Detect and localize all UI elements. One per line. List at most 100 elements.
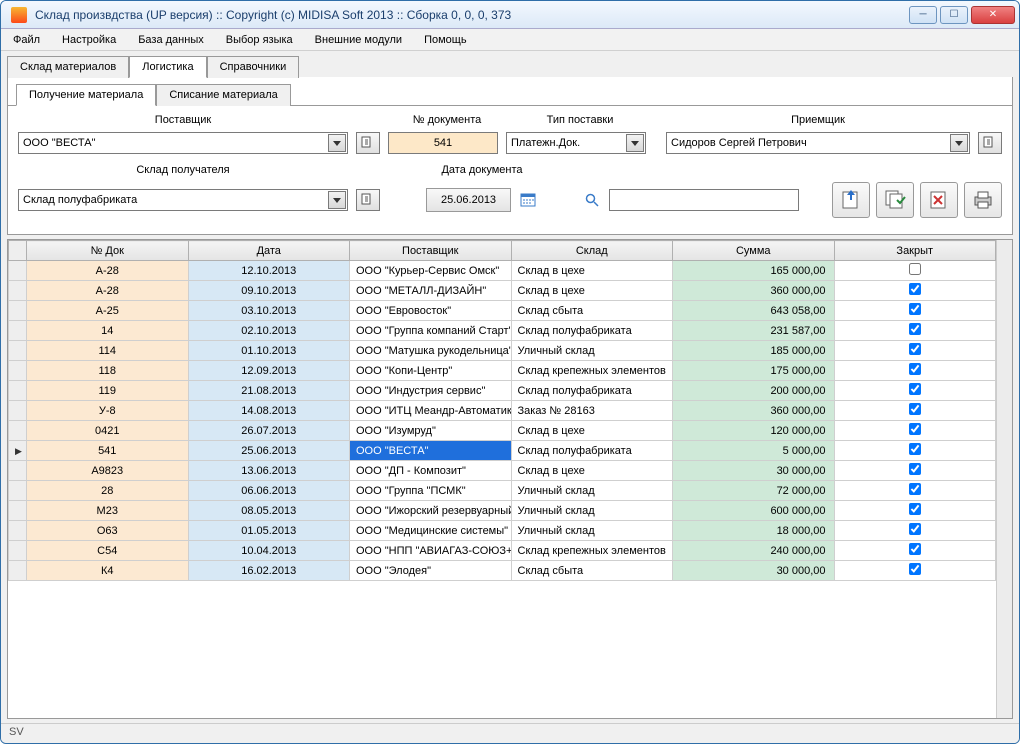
minimize-button[interactable]: ─ — [909, 6, 937, 24]
chevron-down-icon[interactable] — [328, 191, 346, 209]
maximize-button[interactable]: ☐ — [940, 6, 968, 24]
chevron-down-icon[interactable] — [950, 134, 968, 152]
delete-icon — [927, 188, 951, 212]
closed-checkbox[interactable] — [909, 423, 921, 435]
close-button[interactable]: ✕ — [971, 6, 1015, 24]
menu-help[interactable]: Помощь — [418, 32, 473, 48]
table-row[interactable]: О6301.05.2013ООО "Медицинские системы"Ул… — [9, 521, 996, 541]
row-selector[interactable] — [9, 361, 27, 381]
row-selector[interactable] — [9, 561, 27, 581]
closed-checkbox[interactable] — [909, 523, 921, 535]
supplier-dropdown[interactable]: ООО "ВЕСТА" — [18, 132, 348, 154]
cell-sum: 360 000,00 — [673, 281, 835, 301]
row-selector[interactable] — [9, 381, 27, 401]
grid-header-warehouse[interactable]: Склад — [511, 241, 673, 261]
chevron-down-icon[interactable] — [328, 134, 346, 152]
closed-checkbox[interactable] — [909, 343, 921, 355]
grid-header-closed[interactable]: Закрыт — [834, 241, 996, 261]
docdate-button[interactable]: 25.06.2013 — [426, 188, 511, 212]
docno-input[interactable]: 541 — [388, 132, 498, 154]
table-row[interactable]: 1402.10.2013ООО "Группа компаний Старт"С… — [9, 321, 996, 341]
closed-checkbox[interactable] — [909, 323, 921, 335]
row-selector[interactable] — [9, 481, 27, 501]
row-selector[interactable] — [9, 341, 27, 361]
dest-wh-dropdown[interactable]: Склад полуфабриката — [18, 189, 348, 211]
row-selector[interactable] — [9, 521, 27, 541]
tab-logistics[interactable]: Логистика — [129, 56, 206, 78]
search-input[interactable] — [609, 189, 799, 211]
dest-wh-value: Склад полуфабриката — [23, 194, 137, 206]
row-selector[interactable] — [9, 301, 27, 321]
cell-warehouse: Уличный склад — [511, 481, 673, 501]
closed-checkbox[interactable] — [909, 363, 921, 375]
batch-button[interactable] — [876, 182, 914, 218]
subtab-receive[interactable]: Получение материала — [16, 84, 156, 106]
row-selector[interactable] — [9, 441, 27, 461]
closed-checkbox[interactable] — [909, 263, 921, 275]
table-row[interactable]: 54125.06.2013ООО "ВЕСТА"Склад полуфабрик… — [9, 441, 996, 461]
row-selector[interactable] — [9, 401, 27, 421]
row-selector[interactable] — [9, 281, 27, 301]
acceptor-lookup-button[interactable] — [978, 132, 1002, 154]
supplier-lookup-button[interactable] — [356, 132, 380, 154]
menu-external[interactable]: Внешние модули — [309, 32, 408, 48]
grid-header-sum[interactable]: Сумма — [673, 241, 835, 261]
cell-doc: 118 — [27, 361, 189, 381]
print-button[interactable] — [964, 182, 1002, 218]
table-row[interactable]: 11812.09.2013ООО "Копи-Центр"Склад крепе… — [9, 361, 996, 381]
table-row[interactable]: А-2503.10.2013ООО "Евровосток"Склад сбыт… — [9, 301, 996, 321]
acceptor-dropdown[interactable]: Сидоров Сергей Петрович — [666, 132, 970, 154]
table-row[interactable]: 11921.08.2013ООО "Индустрия сервис"Склад… — [9, 381, 996, 401]
row-selector[interactable] — [9, 321, 27, 341]
grid-header-date[interactable]: Дата — [188, 241, 350, 261]
menu-file[interactable]: Файл — [7, 32, 46, 48]
import-button[interactable] — [832, 182, 870, 218]
grid-scroll[interactable]: № Док Дата Поставщик Склад Сумма Закрыт … — [8, 240, 996, 718]
cell-supplier: ООО "НПП "АВИАГАЗ-СОЮЗ+" — [350, 541, 512, 561]
grid-header-doc[interactable]: № Док — [27, 241, 189, 261]
cell-sum: 643 058,00 — [673, 301, 835, 321]
table-row[interactable]: А-2812.10.2013ООО "Курьер-Сервис Омск"Ск… — [9, 261, 996, 281]
calendar-icon[interactable] — [519, 189, 537, 211]
row-selector[interactable] — [9, 501, 27, 521]
table-row[interactable]: 11401.10.2013ООО "Матушка рукодельница"У… — [9, 341, 996, 361]
delete-button[interactable] — [920, 182, 958, 218]
table-row[interactable]: 042126.07.2013ООО "Изумруд"Склад в цехе1… — [9, 421, 996, 441]
table-row[interactable]: К416.02.2013ООО "Элодея"Склад сбыта30 00… — [9, 561, 996, 581]
table-row[interactable]: У-814.08.2013ООО "ИТЦ Меандр-Автоматик"З… — [9, 401, 996, 421]
chevron-down-icon[interactable] — [626, 134, 644, 152]
closed-checkbox[interactable] — [909, 303, 921, 315]
grid-header-selector[interactable] — [9, 241, 27, 261]
vertical-scrollbar[interactable] — [996, 240, 1012, 718]
menu-language[interactable]: Выбор языка — [220, 32, 299, 48]
table-row[interactable]: А-2809.10.2013ООО "МЕТАЛЛ-ДИЗАЙН"Склад в… — [9, 281, 996, 301]
tab-references[interactable]: Справочники — [207, 56, 300, 78]
closed-checkbox[interactable] — [909, 383, 921, 395]
closed-checkbox[interactable] — [909, 543, 921, 555]
row-selector[interactable] — [9, 261, 27, 281]
closed-checkbox[interactable] — [909, 283, 921, 295]
cell-supplier: ООО "Элодея" — [350, 561, 512, 581]
type-dropdown[interactable]: Платежн.Док. — [506, 132, 646, 154]
closed-checkbox[interactable] — [909, 403, 921, 415]
row-selector[interactable] — [9, 541, 27, 561]
cell-doc: А-28 — [27, 261, 189, 281]
closed-checkbox[interactable] — [909, 563, 921, 575]
row-selector[interactable] — [9, 421, 27, 441]
grid-header-supplier[interactable]: Поставщик — [350, 241, 512, 261]
table-row[interactable]: М2308.05.2013ООО "Ижорский резервуарный … — [9, 501, 996, 521]
subtab-writeoff[interactable]: Списание материала — [156, 84, 290, 106]
closed-checkbox[interactable] — [909, 463, 921, 475]
table-row[interactable]: С5410.04.2013ООО "НПП "АВИАГАЗ-СОЮЗ+"Скл… — [9, 541, 996, 561]
menu-database[interactable]: База данных — [132, 32, 210, 48]
closed-checkbox[interactable] — [909, 503, 921, 515]
closed-checkbox[interactable] — [909, 443, 921, 455]
search-icon[interactable] — [583, 191, 601, 209]
table-row[interactable]: 2806.06.2013ООО "Группа "ПСМК"Уличный ск… — [9, 481, 996, 501]
row-selector[interactable] — [9, 461, 27, 481]
dest-wh-lookup-button[interactable] — [356, 189, 380, 211]
tab-materials[interactable]: Склад материалов — [7, 56, 129, 78]
closed-checkbox[interactable] — [909, 483, 921, 495]
table-row[interactable]: А982313.06.2013ООО "ДП - Композит"Склад … — [9, 461, 996, 481]
menu-settings[interactable]: Настройка — [56, 32, 122, 48]
